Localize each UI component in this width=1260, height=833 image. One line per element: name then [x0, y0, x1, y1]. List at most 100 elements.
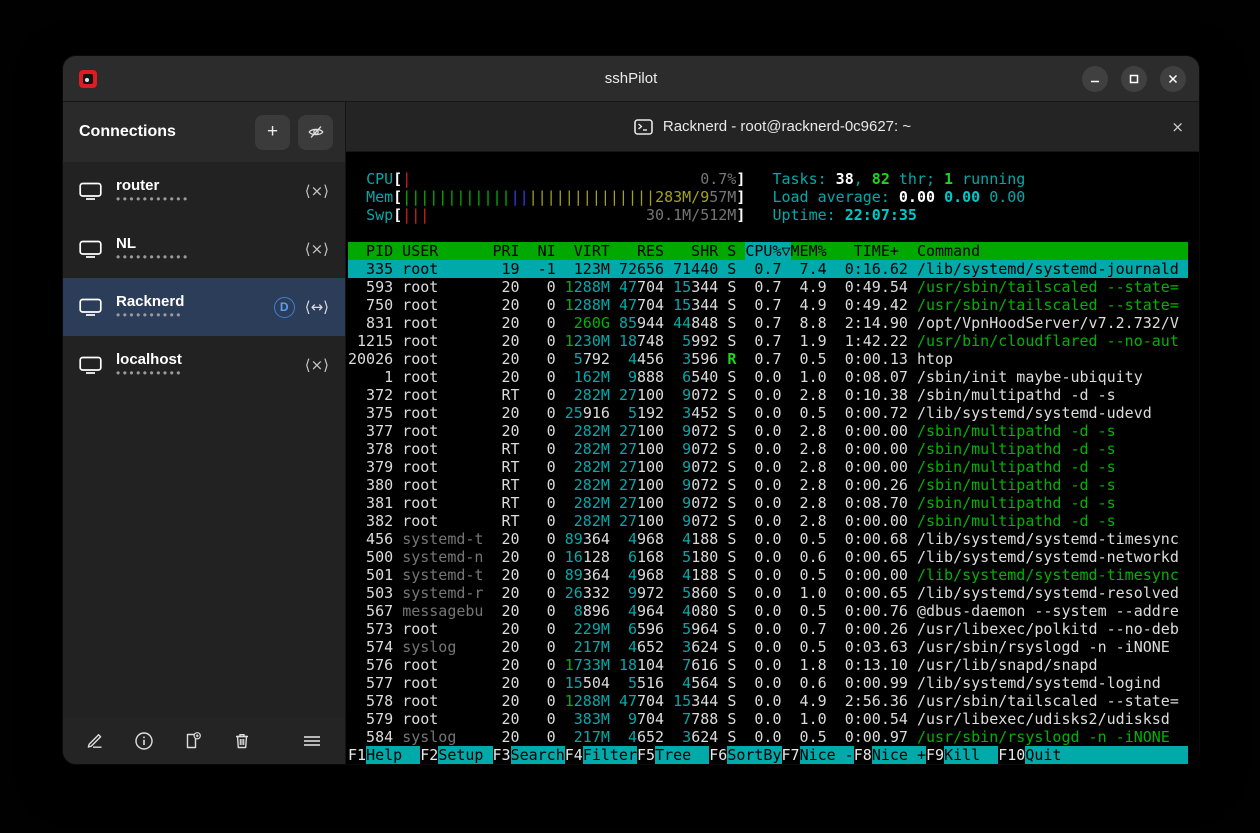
fnkey-label-f9[interactable]: Kill: [944, 746, 998, 764]
fnkey-label-f1[interactable]: Help: [366, 746, 420, 764]
fnkey-f1[interactable]: F1: [348, 746, 366, 764]
process-row-578: 578 root 20 0 1288M 47704 15344 S 0.0 4.…: [348, 692, 1199, 710]
terminal-tab[interactable]: Racknerd - root@racknerd-0c9627: ~: [634, 118, 911, 135]
process-row-574: 574 syslog 20 0 217M 4652 3624 S 0.0 0.5…: [348, 638, 1199, 656]
sort-column-cpu[interactable]: CPU%▽: [745, 242, 790, 260]
process-row-1215: 1215 root 20 0 1230M 18748 5992 S 0.7 1.…: [348, 332, 1199, 350]
connections-sidebar: Connections +: [63, 102, 346, 765]
process-row-372: 372 root RT 0 282M 27100 9072 S 0.0 2.8 …: [348, 386, 1199, 404]
process-row-378: 378 root RT 0 282M 27100 9072 S 0.0 2.8 …: [348, 440, 1199, 458]
close-icon: [1167, 73, 1179, 85]
process-row-382: 382 root RT 0 282M 27100 9072 S 0.0 2.8 …: [348, 512, 1199, 530]
monitor-icon: [79, 181, 102, 201]
process-row-377: 377 root 20 0 282M 27100 9072 S 0.0 2.8 …: [348, 422, 1199, 440]
info-icon: [134, 731, 154, 751]
edit-connection-button[interactable]: [85, 731, 105, 751]
process-row-584: 584 syslog 20 0 217M 4652 3624 S 0.0 0.5…: [348, 728, 1199, 746]
connection-masked-host: ••••••••••: [116, 368, 305, 379]
hamburger-menu-icon: [301, 731, 323, 751]
fnkey-f4[interactable]: F4: [565, 746, 583, 764]
monitor-icon: [79, 355, 102, 375]
connection-item-nl[interactable]: NL ••••••••••• ⟨×⟩: [63, 220, 345, 278]
maximize-button[interactable]: [1121, 66, 1147, 92]
process-row-375: 375 root 20 0 25916 5192 3452 S 0.0 0.5 …: [348, 404, 1199, 422]
disconnected-icon: ⟨×⟩: [305, 240, 329, 258]
fnkey-f8[interactable]: F8: [854, 746, 872, 764]
disconnected-icon: ⟨×⟩: [305, 182, 329, 200]
minimize-button[interactable]: [1082, 66, 1108, 92]
process-row-1: 1 root 20 0 162M 9888 6540 S 0.0 1.0 0:0…: [348, 368, 1199, 386]
htop-mem-meter: Mem[||||||||||||||||||||||||||||283M/957…: [348, 188, 1199, 206]
fnkey-f5[interactable]: F5: [637, 746, 655, 764]
fnkey-label-f5[interactable]: Tree: [655, 746, 709, 764]
close-button[interactable]: [1160, 66, 1186, 92]
sidebar-title: Connections: [79, 123, 247, 141]
process-row-379: 379 root RT 0 282M 27100 9072 S 0.0 2.8 …: [348, 458, 1199, 476]
process-row-579: 579 root 20 0 383M 9704 7788 S 0.0 1.0 0…: [348, 710, 1199, 728]
htop-blank-line: [348, 224, 1199, 242]
fnkey-f2[interactable]: F2: [420, 746, 438, 764]
fnkey-label-f6[interactable]: SortBy: [727, 746, 781, 764]
connection-item-racknerd[interactable]: Racknerd •••••••••• D ⟨↔⟩: [63, 278, 345, 336]
eye-off-icon: [307, 123, 325, 141]
maximize-icon: [1128, 73, 1140, 85]
htop-column-header: PID USER PRI NI VIRT RES SHR S CPU%▽MEM%…: [348, 242, 1199, 260]
fnkey-f10[interactable]: F10: [998, 746, 1025, 764]
plus-icon: +: [267, 121, 278, 143]
fnkey-label-f2[interactable]: Setup: [438, 746, 492, 764]
process-row-831: 831 root 20 0 260G 85944 44848 S 0.7 8.8…: [348, 314, 1199, 332]
delete-connection-button[interactable]: [232, 731, 252, 751]
fnkey-label-f7[interactable]: Nice -: [800, 746, 854, 764]
fnkey-label-f8[interactable]: Nice +: [872, 746, 926, 764]
connected-icon: ⟨↔⟩: [305, 298, 329, 316]
fnkey-f6[interactable]: F6: [709, 746, 727, 764]
document-plus-icon: [183, 731, 203, 751]
add-connection-button[interactable]: +: [255, 115, 290, 150]
default-badge: D: [274, 297, 295, 318]
connection-item-localhost[interactable]: localhost •••••••••• ⟨×⟩: [63, 336, 345, 394]
sidebar-toolbar: [63, 717, 345, 765]
pencil-icon: [85, 731, 105, 751]
fnkey-f9[interactable]: F9: [926, 746, 944, 764]
htop-cpu-meter: CPU[| 0.7%] Tasks: 38, 82 thr; 1 running: [348, 170, 1199, 188]
terminal-icon: [634, 119, 653, 135]
process-row-20026: 20026 root 20 0 5792 4456 3596 R 0.7 0.5…: [348, 350, 1199, 368]
fnkey-label-f3[interactable]: Search: [511, 746, 565, 764]
process-row-577: 577 root 20 0 15504 5516 4564 S 0.0 0.6 …: [348, 674, 1199, 692]
process-row-750: 750 root 20 0 1288M 47704 15344 S 0.7 4.…: [348, 296, 1199, 314]
monitor-icon: [79, 297, 102, 317]
tab-close-button[interactable]: ×: [1171, 118, 1184, 136]
connection-masked-host: ••••••••••: [116, 310, 274, 321]
sidebar-header: Connections +: [63, 102, 345, 162]
process-row-567: 567 messagebu 20 0 8896 4964 4080 S 0.0 …: [348, 602, 1199, 620]
selected-process-row[interactable]: 335 root 19 -1 123M 72656 71440 S 0.7 7.…: [348, 260, 1188, 278]
fnkey-label-f4[interactable]: Filter: [583, 746, 637, 764]
main-menu-button[interactable]: [301, 731, 323, 751]
process-row-335: 335 root 19 -1 123M 72656 71440 S 0.7 7.…: [348, 260, 1199, 278]
connection-masked-host: •••••••••••: [116, 194, 305, 205]
minimize-icon: [1089, 73, 1101, 85]
fnkey-f3[interactable]: F3: [493, 746, 511, 764]
fnkey-label-f10[interactable]: Quit: [1025, 746, 1061, 764]
process-row-501: 501 systemd-t 20 0 89364 4968 4188 S 0.0…: [348, 566, 1199, 584]
copy-key-button[interactable]: [183, 731, 203, 751]
window-controls: [1082, 66, 1186, 92]
connection-info-button[interactable]: [134, 731, 154, 751]
desktop-background: sshPilot Connections +: [0, 0, 1260, 833]
process-row-381: 381 root RT 0 282M 27100 9072 S 0.0 2.8 …: [348, 494, 1199, 512]
tab-bar: Racknerd - root@racknerd-0c9627: ~ ×: [346, 102, 1199, 152]
process-row-573: 573 root 20 0 229M 6596 5964 S 0.0 0.7 0…: [348, 620, 1199, 638]
process-row-500: 500 systemd-n 20 0 16128 6168 5180 S 0.0…: [348, 548, 1199, 566]
process-row-503: 503 systemd-r 20 0 26332 9972 5860 S 0.0…: [348, 584, 1199, 602]
hide-passwords-button[interactable]: [298, 115, 333, 150]
disconnected-icon: ⟨×⟩: [305, 356, 329, 374]
titlebar[interactable]: sshPilot: [63, 56, 1199, 102]
tab-title-text: Racknerd - root@racknerd-0c9627: ~: [663, 118, 911, 135]
fnkey-f7[interactable]: F7: [782, 746, 800, 764]
sshpilot-window: sshPilot Connections +: [62, 55, 1200, 765]
connection-masked-host: •••••••••••: [116, 252, 305, 263]
connections-list: router ••••••••••• ⟨×⟩ NL •••••••••••: [63, 162, 345, 717]
htop-swp-meter: Swp[||| 30.1M/512M] Uptime: 22:07:35: [348, 206, 1199, 224]
connection-item-router[interactable]: router ••••••••••• ⟨×⟩: [63, 162, 345, 220]
terminal[interactable]: CPU[| 0.7%] Tasks: 38, 82 thr; 1 running…: [346, 152, 1199, 765]
